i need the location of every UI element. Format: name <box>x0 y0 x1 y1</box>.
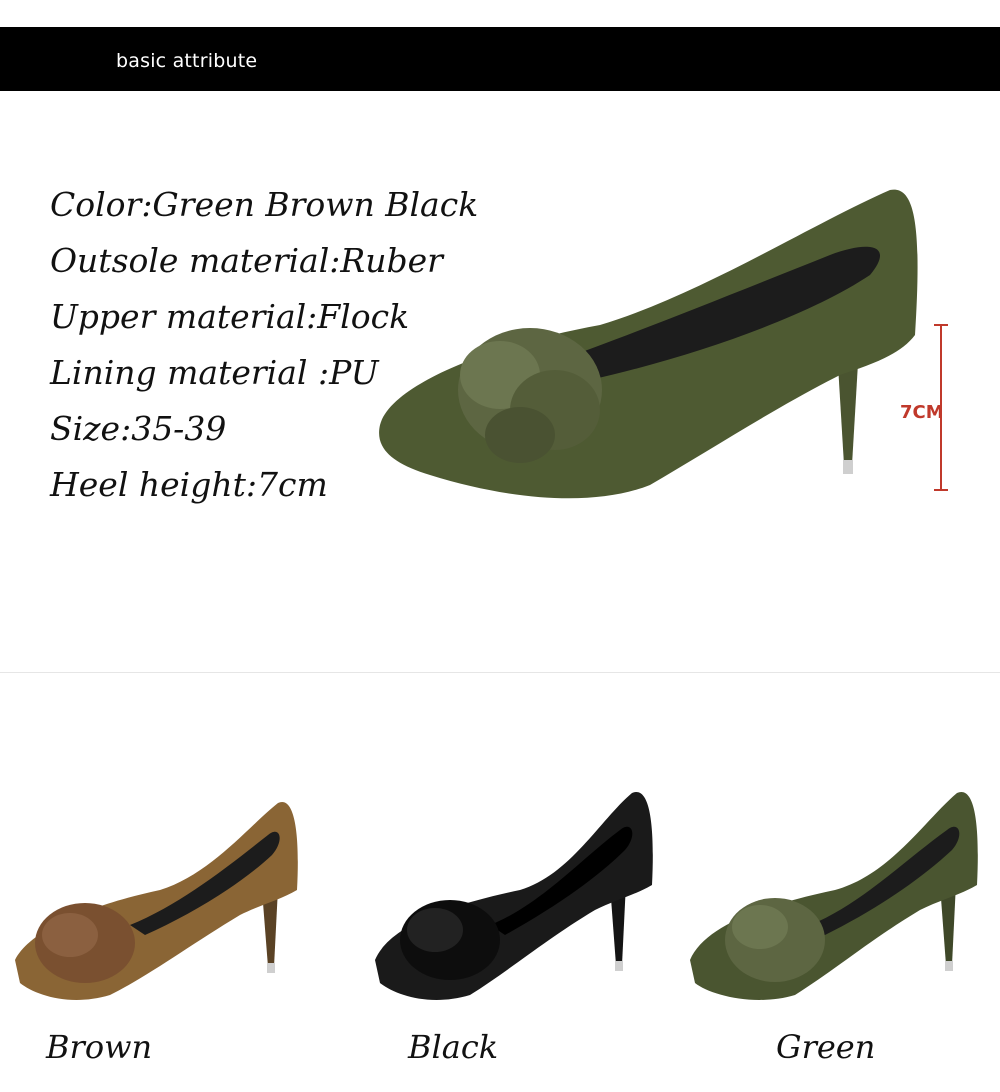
measure-label: 7CM <box>900 402 944 423</box>
variant-image-brown <box>15 801 298 1000</box>
variant-image-green <box>690 791 978 1000</box>
variant-label-brown: Brown <box>46 1028 153 1066</box>
main-shoe-image <box>379 189 918 499</box>
section-divider <box>0 672 1000 673</box>
variant-label-green: Green <box>776 1028 876 1066</box>
heel-tip <box>843 460 853 474</box>
header-title: basic attribute <box>116 50 258 72</box>
variant-label-black: Black <box>408 1028 499 1066</box>
variant-image-black <box>375 791 653 1000</box>
